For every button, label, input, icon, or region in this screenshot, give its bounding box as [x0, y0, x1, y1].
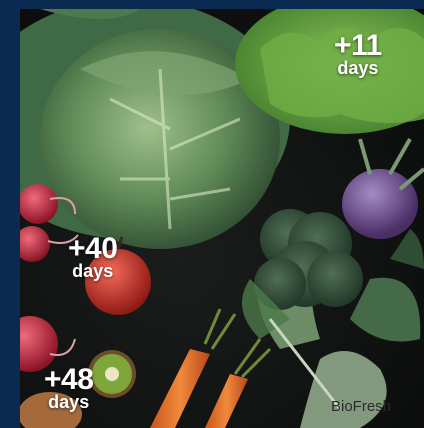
badge-value: +40 — [68, 232, 118, 265]
freshness-badge-lettuce: +11 days — [334, 29, 382, 78]
badge-unit: days — [72, 261, 114, 281]
badge-unit: days — [337, 58, 379, 78]
kiwi — [88, 350, 136, 398]
freshness-badge-apple: +40 days — [68, 232, 118, 281]
badge-value: +48 — [44, 363, 94, 396]
kohlrabi — [342, 138, 424, 269]
freshness-badge-kiwi: +48 days — [44, 363, 94, 412]
badge-unit: days — [48, 392, 90, 412]
brand-label: BioFresh — [331, 398, 392, 415]
produce-image: +11 days +40 days +48 days BioFresh — [20, 9, 424, 428]
badge-value: +11 — [334, 29, 382, 62]
